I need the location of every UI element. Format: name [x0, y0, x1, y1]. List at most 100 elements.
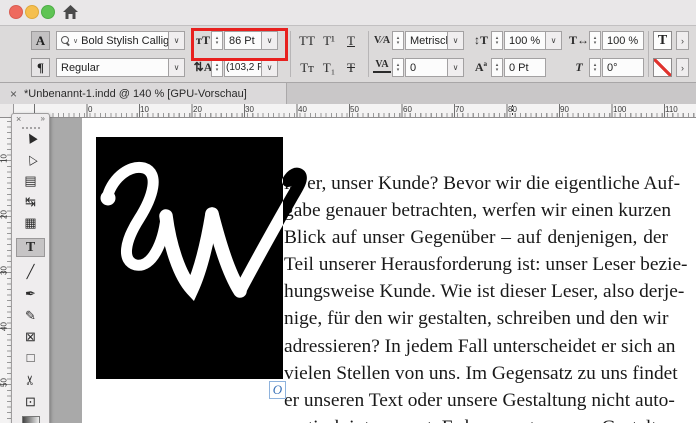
selection-tool[interactable]: ▶: [16, 128, 45, 147]
tools-expand-icon[interactable]: »: [41, 114, 45, 123]
kerning-dropdown[interactable]: ∨: [448, 31, 464, 50]
kerning-value: Metrisch: [410, 34, 448, 47]
font-size-icon: ᴛT: [196, 33, 210, 47]
superscript-button[interactable]: T¹: [318, 31, 340, 50]
tools-close-icon[interactable]: ×: [16, 114, 21, 124]
pencil-tool[interactable]: ✎: [16, 306, 45, 325]
frame-tool[interactable]: ⊠: [16, 327, 45, 346]
subscript-button[interactable]: T₁: [318, 58, 340, 77]
separator: [648, 31, 649, 77]
tracking-icon: VA: [373, 58, 391, 73]
separator: [290, 31, 291, 77]
skew-field[interactable]: 0°: [602, 58, 644, 77]
dropcap-w-graphic[interactable]: W: [96, 137, 311, 379]
rectangle-tool[interactable]: □: [16, 348, 45, 367]
font-family-value: Bold Stylish Calligra: [81, 34, 169, 47]
character-control-bar: A ¶ ∨ Bold Stylish Calligra ∨ Regular ∨ …: [0, 26, 696, 83]
line-tool[interactable]: ╱: [16, 262, 45, 281]
home-icon[interactable]: [62, 4, 79, 21]
vertical-scale-field[interactable]: 100 %: [504, 31, 546, 50]
font-family-field[interactable]: ∨ Bold Stylish Calligra: [56, 31, 169, 50]
horizontal-ruler: 0102030405060708090100110: [14, 104, 696, 118]
small-caps-button[interactable]: Tᴛ: [296, 58, 318, 77]
font-style-value: Regular: [61, 61, 100, 74]
kerning-stepper[interactable]: ▴ ▾: [392, 31, 404, 50]
text-frame[interactable]: ist er, unser Kunde? Bevor wir die eigen…: [284, 170, 688, 423]
font-size-dropdown[interactable]: ∨: [262, 31, 278, 50]
text-line: er unseren Text oder unsere Gestaltung n…: [284, 389, 675, 411]
minimize-window-button[interactable]: [25, 5, 39, 19]
pen-tool[interactable]: ✒: [16, 284, 45, 303]
skew-icon: T: [575, 60, 583, 74]
text-line: nige, für den wir gestalten, schreiben u…: [284, 308, 669, 330]
skew-value: 0°: [607, 61, 618, 74]
free-transform-tool[interactable]: ⊡: [16, 392, 45, 411]
leading-value: (103,2 Pt): [226, 62, 261, 73]
leading-stepper[interactable]: ▴ ▾: [211, 58, 223, 77]
horizontal-scale-field[interactable]: 100 %: [602, 31, 644, 50]
font-style-field[interactable]: Regular: [56, 58, 169, 77]
baseline-shift-icon: Aª: [474, 60, 488, 74]
page-tool[interactable]: ▤: [16, 171, 45, 190]
character-fill-color-swatch[interactable]: T: [653, 31, 672, 50]
separator: [368, 31, 369, 77]
horizontal-scale-value: 100 %: [607, 34, 639, 47]
document-tab-bar: × *Unbenannt-1.indd @ 140 % [GPU-Vorscha…: [0, 83, 696, 104]
ruler-position-indicator: [512, 105, 513, 117]
font-style-dropdown[interactable]: ∨: [169, 58, 185, 77]
text-line: vielen Stellen von uns. Im Gegensatz zu …: [284, 362, 678, 384]
font-search-chevron-icon: ∨: [73, 37, 79, 45]
fill-expand-button[interactable]: ›: [676, 31, 689, 50]
tracking-value: 0: [410, 61, 417, 74]
baseline-shift-value: 0 Pt: [509, 61, 529, 74]
tab-close-icon[interactable]: ×: [10, 87, 17, 101]
font-size-stepper[interactable]: ▴ ▾: [211, 31, 223, 50]
character-stroke-color-swatch[interactable]: [653, 58, 672, 77]
vertical-scale-stepper[interactable]: ▴ ▾: [491, 31, 503, 50]
type-tool[interactable]: T: [16, 238, 45, 257]
tracking-stepper[interactable]: ▴ ▾: [392, 58, 404, 77]
text-line: gabe genauer betrachten, werfen wir eine…: [284, 200, 672, 222]
kerning-icon: V⁄A: [373, 35, 391, 46]
zoom-window-button[interactable]: [41, 5, 55, 19]
strikethrough-button[interactable]: T: [340, 58, 362, 77]
vertical-scale-icon: ↕T: [473, 33, 488, 47]
document-tab[interactable]: × *Unbenannt-1.indd @ 140 % [GPU-Vorscha…: [0, 83, 287, 104]
vertical-scale-dropdown[interactable]: ∨: [546, 31, 562, 50]
font-family-dropdown[interactable]: ∨: [169, 31, 185, 50]
text-line: hungsweise Kunde. Wie ist dieser Leser, …: [284, 281, 685, 303]
font-size-field[interactable]: 86 Pt: [224, 31, 262, 50]
gradient-tool[interactable]: [16, 413, 45, 423]
skew-stepper[interactable]: ▴ ▾: [589, 58, 601, 77]
leading-icon: ⇅A: [193, 60, 213, 74]
leading-dropdown[interactable]: ∨: [262, 58, 278, 77]
baseline-shift-field[interactable]: 0 Pt: [504, 58, 546, 77]
tools-panel: × » ▶ ▷ ▤ ↹ ▦ T ╱ ✒ ✎ ⊠ □ ✂ ⊡: [11, 113, 50, 423]
close-window-button[interactable]: [9, 5, 23, 19]
leading-field[interactable]: (103,2 Pt): [224, 58, 262, 77]
character-formatting-button[interactable]: A: [31, 31, 50, 50]
paragraph-formatting-button[interactable]: ¶: [31, 58, 50, 77]
vertical-scale-value: 100 %: [509, 34, 541, 47]
content-collector-tool[interactable]: ▦: [16, 213, 45, 232]
baseline-shift-stepper[interactable]: ▴ ▾: [491, 58, 503, 77]
horizontal-scale-stepper[interactable]: ▴ ▾: [589, 31, 601, 50]
tab-title: *Unbenannt-1.indd @ 140 % [GPU-Vorschau]: [24, 87, 247, 100]
title-bar: [0, 0, 696, 26]
direct-selection-tool[interactable]: ▷: [16, 150, 45, 169]
text-line: adressieren? In jedem Fall unterscheidet…: [284, 335, 676, 357]
indesign-window: A ¶ ∨ Bold Stylish Calligra ∨ Regular ∨ …: [0, 0, 696, 423]
stroke-expand-button[interactable]: ›: [676, 58, 689, 77]
font-size-value: 86 Pt: [229, 34, 255, 47]
gap-tool[interactable]: ↹: [16, 192, 45, 211]
tracking-field[interactable]: 0: [405, 58, 448, 77]
tools-panel-header: × »: [12, 114, 49, 125]
all-caps-button[interactable]: TT: [296, 31, 318, 50]
text-line: Blick auf unser Gegenüber – auf denjenig…: [284, 227, 668, 249]
text-line: Teil unserer Herausforderung ist: unser …: [284, 254, 688, 276]
scissors-tool[interactable]: ✂: [16, 370, 45, 389]
tracking-dropdown[interactable]: ∨: [448, 58, 464, 77]
kerning-field[interactable]: Metrisch: [405, 31, 448, 50]
anchored-object-marker[interactable]: O: [269, 381, 286, 399]
underline-button[interactable]: T: [340, 31, 362, 50]
